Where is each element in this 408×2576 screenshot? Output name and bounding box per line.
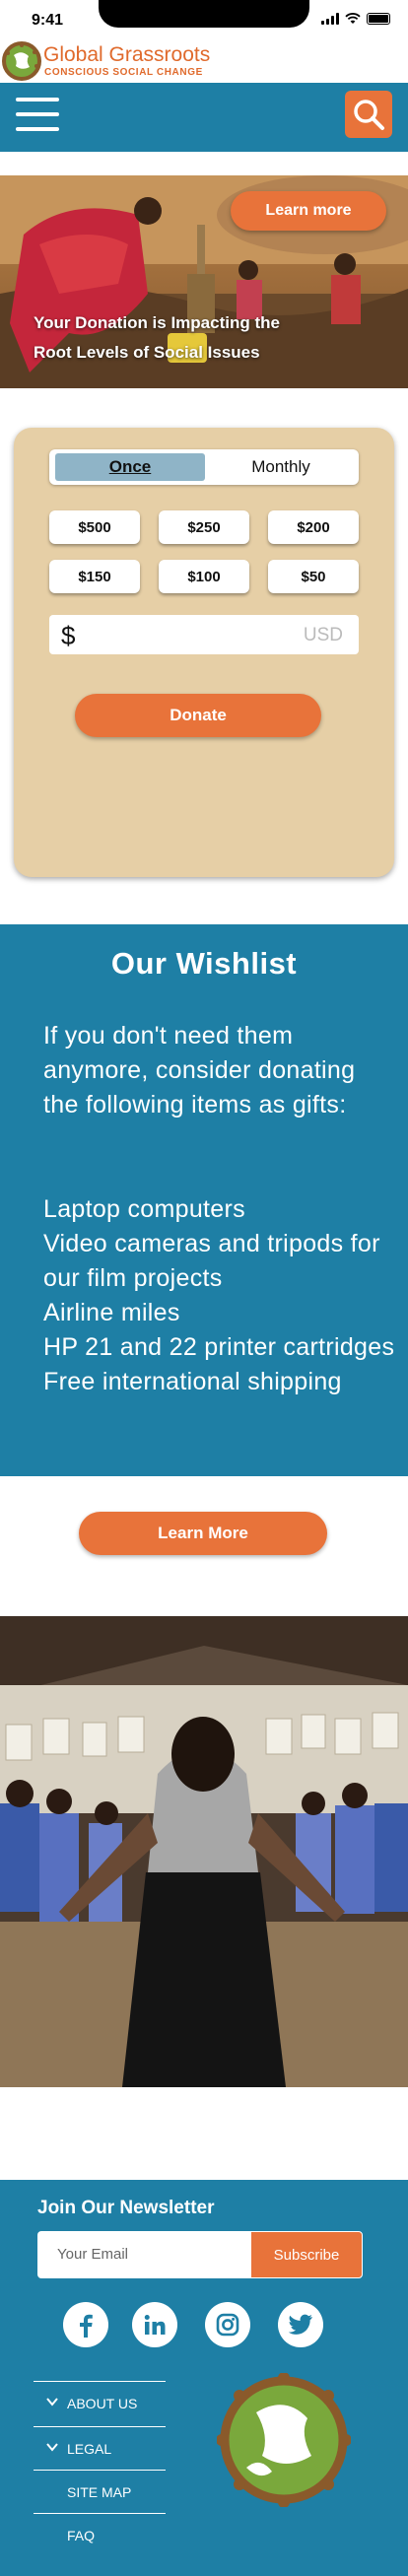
newsletter-title: Join Our Newsletter: [37, 2198, 215, 2218]
footer-link-label: FAQ: [67, 2528, 96, 2543]
menu-button[interactable]: [16, 98, 59, 137]
amount-option[interactable]: $200: [268, 510, 359, 544]
status-time: 9:41: [32, 12, 64, 29]
subscribe-button[interactable]: Subscribe: [250, 2231, 363, 2278]
hero-tagline-line2: Root Levels of Social Issues: [34, 343, 260, 362]
battery-icon: [367, 13, 390, 25]
search-icon: [354, 100, 384, 130]
brand-name: Global Grassroots: [43, 43, 211, 66]
wishlist-item: Video cameras and tripods for our film p…: [43, 1230, 380, 1292]
search-button[interactable]: [345, 91, 392, 138]
donation-card: Once Monthly $500 $250 $200 $150 $100 $5…: [14, 428, 394, 877]
device-notch: [99, 0, 309, 28]
instagram-icon: [216, 2313, 239, 2337]
globe-logo-icon: [217, 2373, 351, 2507]
classroom-image: [0, 1616, 408, 2087]
donate-button[interactable]: Donate: [75, 694, 321, 737]
twitter-icon: [288, 2314, 312, 2335]
wishlist-item: HP 21 and 22 printer cartridges: [43, 1333, 395, 1361]
wifi-icon: [345, 13, 361, 24]
status-icons: [321, 13, 390, 25]
chevron-down-icon: [46, 2398, 58, 2407]
hero-learn-more-button[interactable]: Learn more: [231, 191, 386, 231]
frequency-monthly[interactable]: Monthly: [207, 453, 355, 481]
hero-banner: Learn more Your Donation is Impacting th…: [0, 175, 408, 388]
brand-header: Global Grassroots CONSCIOUS SOCIAL CHANG…: [0, 39, 408, 83]
footer-link-faq[interactable]: FAQ: [34, 2513, 166, 2556]
amount-option[interactable]: $100: [159, 560, 249, 593]
status-bar: 9:41: [0, 0, 408, 39]
classroom-photo: [0, 1616, 408, 2087]
hero-tagline-line1: Your Donation is Impacting the: [34, 313, 280, 332]
footer-link-label: ABOUT US: [67, 2396, 138, 2411]
wishlist-items: Laptop computers Video cameras and tripo…: [43, 1192, 398, 1399]
nav-bar: [0, 83, 408, 152]
custom-amount-input[interactable]: $ USD: [49, 615, 359, 654]
frequency-once[interactable]: Once: [55, 453, 205, 481]
footer: Join Our Newsletter Your Email Subscribe…: [0, 2180, 408, 2576]
wishlist-title: Our Wishlist: [110, 946, 298, 981]
footer-link-about[interactable]: ABOUT US: [34, 2381, 166, 2424]
amount-option[interactable]: $250: [159, 510, 249, 544]
linkedin-button[interactable]: [132, 2302, 177, 2347]
email-placeholder: Your Email: [57, 2246, 128, 2263]
signal-icon: [321, 13, 339, 25]
footer-link-sitemap[interactable]: SITE MAP: [34, 2470, 166, 2513]
footer-link-label: LEGAL: [67, 2441, 112, 2457]
currency-symbol: $: [61, 621, 76, 650]
wishlist-learn-more-button[interactable]: Learn More: [79, 1512, 327, 1555]
facebook-button[interactable]: [63, 2302, 108, 2347]
frequency-toggle: Once Monthly: [49, 449, 359, 485]
footer-link-legal[interactable]: LEGAL: [34, 2426, 166, 2470]
amount-option[interactable]: $50: [268, 560, 359, 593]
amount-option[interactable]: $500: [49, 510, 140, 544]
currency-code: USD: [303, 625, 343, 645]
wishlist-intro: If you don't need them anymore, consider…: [43, 1022, 356, 1119]
wishlist-item: Laptop computers: [43, 1195, 245, 1223]
logo-icon[interactable]: [2, 41, 41, 81]
brand-tagline: CONSCIOUS SOCIAL CHANGE: [44, 67, 203, 78]
menu-icon: [16, 98, 59, 102]
footer-link-label: SITE MAP: [67, 2484, 132, 2500]
wishlist-section: Our Wishlist If you don't need them anym…: [0, 924, 408, 1476]
wishlist-item: Airline miles: [43, 1299, 180, 1326]
instagram-button[interactable]: [205, 2302, 250, 2347]
chevron-down-icon: [46, 2443, 58, 2452]
linkedin-icon: [144, 2315, 166, 2335]
facebook-icon: [80, 2314, 93, 2338]
twitter-button[interactable]: [278, 2302, 323, 2347]
wishlist-item: Free international shipping: [43, 1368, 342, 1395]
amount-option[interactable]: $150: [49, 560, 140, 593]
